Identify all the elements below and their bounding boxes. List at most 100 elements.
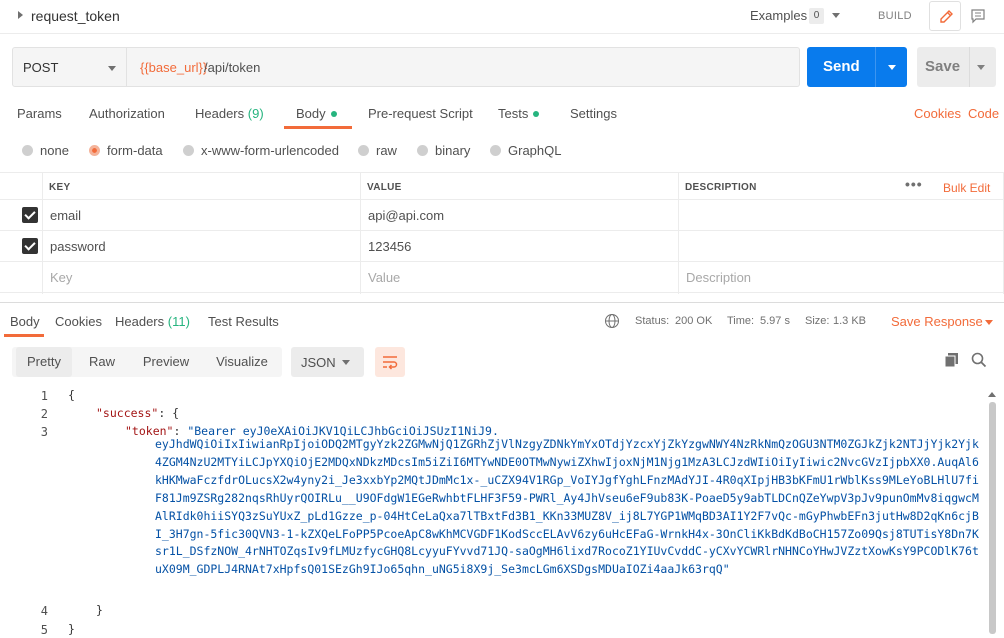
radio-circle (358, 145, 369, 156)
url-input[interactable]: {{base_url}} /api/token (127, 47, 800, 87)
response-divider[interactable] (0, 302, 1004, 303)
row-key[interactable]: password (50, 239, 106, 254)
table-row: email api@api.com (0, 200, 1004, 231)
method-select[interactable]: POST (12, 47, 127, 87)
search-icon[interactable] (971, 352, 987, 368)
tab-pre-request-script[interactable]: Pre-request Script (368, 106, 473, 121)
divider (969, 47, 970, 87)
save-options-icon[interactable] (977, 65, 985, 70)
pencil-icon (940, 10, 953, 23)
response-tab-test-results[interactable]: Test Results (208, 314, 279, 329)
wrap-lines-button[interactable] (375, 347, 405, 377)
scrollbar-thumb[interactable] (989, 402, 996, 634)
code-link[interactable]: Code (968, 106, 999, 121)
radio-form-data[interactable]: form-data (89, 143, 163, 158)
column-header-description: DESCRIPTION (685, 182, 757, 193)
radio-binary[interactable]: binary (417, 143, 470, 158)
description-input[interactable]: Description (686, 270, 751, 285)
tab-settings[interactable]: Settings (570, 106, 617, 121)
radio-raw[interactable]: raw (358, 143, 397, 158)
bulk-edit-link[interactable]: Bulk Edit (943, 181, 990, 195)
row-value[interactable]: 123456 (368, 239, 411, 254)
line-number: 5 (40, 623, 48, 637)
scroll-up-icon[interactable] (988, 392, 996, 397)
cookies-link[interactable]: Cookies (914, 106, 961, 121)
method-label: POST (23, 60, 59, 75)
status-label: Status: (635, 315, 670, 327)
line-number: 2 (40, 407, 48, 421)
wrap-icon (383, 356, 398, 370)
size-label: Size: (805, 315, 830, 327)
tab-label: Headers (115, 314, 165, 329)
radio-x-www-form-urlencoded[interactable]: x-www-form-urlencoded (183, 143, 339, 158)
column-divider[interactable] (678, 172, 679, 294)
column-divider (42, 172, 43, 294)
globe-icon[interactable] (604, 313, 620, 329)
chevron-down-icon (342, 360, 350, 365)
response-tab-cookies[interactable]: Cookies (55, 314, 102, 329)
row-checkbox[interactable] (22, 238, 38, 254)
url-path: /api/token (204, 60, 261, 75)
request-name[interactable]: request_token (31, 8, 120, 24)
response-body-viewer[interactable]: 1 2 3 4 5 { "success": { "token": "Beare… (0, 386, 1004, 638)
edit-button[interactable] (929, 1, 961, 31)
row-value[interactable]: api@api.com (368, 208, 444, 223)
radio-label: raw (376, 143, 397, 158)
row-key[interactable]: email (50, 208, 81, 223)
radio-circle-selected (89, 145, 100, 156)
radio-label: none (40, 143, 69, 158)
size-value[interactable]: 1.3 KB (833, 315, 866, 327)
send-options-icon[interactable] (888, 65, 896, 70)
tab-headers[interactable]: Headers (9) (195, 106, 264, 121)
format-label: JSON (301, 355, 336, 370)
build-label[interactable]: BUILD (878, 10, 912, 22)
view-tab-raw[interactable]: Raw (77, 347, 127, 377)
value-input[interactable]: Value (368, 270, 400, 285)
tab-tests[interactable]: Tests (498, 106, 540, 121)
tab-body[interactable]: Body (296, 106, 337, 121)
send-label: Send (823, 58, 860, 75)
view-tab-preview[interactable]: Preview (134, 347, 198, 377)
column-header-value: VALUE (367, 182, 402, 193)
response-tab-headers[interactable]: Headers (11) (115, 314, 190, 329)
view-tab-pretty[interactable]: Pretty (16, 347, 72, 377)
key-input[interactable]: Key (50, 270, 72, 285)
close-brace: } (68, 622, 75, 636)
save-button[interactable]: Save (917, 47, 996, 87)
save-response-button[interactable]: Save Response (891, 314, 983, 329)
send-button[interactable]: Send (807, 47, 907, 87)
time-value[interactable]: 5.97 s (760, 315, 790, 327)
save-response-dropdown-icon[interactable] (985, 320, 993, 325)
divider (875, 47, 876, 87)
status-dot (533, 111, 540, 117)
tab-label: Body (296, 106, 326, 121)
close-brace: } (96, 603, 103, 617)
radio-graphql[interactable]: GraphQL (490, 143, 561, 158)
line-number: 1 (40, 389, 48, 403)
tab-params[interactable]: Params (17, 106, 62, 121)
view-tab-visualize[interactable]: Visualize (208, 347, 276, 377)
row-checkbox[interactable] (22, 207, 38, 223)
tab-label: Headers (195, 106, 245, 121)
radio-label: x-www-form-urlencoded (201, 143, 339, 158)
tab-count: (9) (247, 106, 264, 121)
table-row-new: Key Value Description (0, 262, 1004, 293)
format-select[interactable]: JSON (291, 347, 364, 377)
status-value[interactable]: 200 OK (675, 315, 712, 327)
time-label: Time: (727, 315, 755, 327)
copy-icon[interactable] (944, 352, 960, 368)
tab-authorization[interactable]: Authorization (89, 106, 165, 121)
chevron-down-icon (108, 66, 116, 71)
response-tab-body[interactable]: Body (10, 314, 40, 329)
url-variable: {{base_url}} (140, 60, 208, 75)
json-key: "success" (96, 406, 159, 420)
radio-none[interactable]: none (22, 143, 69, 158)
active-tab-indicator (4, 334, 44, 337)
examples-dropdown-icon[interactable] (832, 13, 840, 18)
collapse-arrow-icon[interactable] (18, 11, 23, 19)
radio-label: binary (435, 143, 471, 158)
comments-button[interactable] (963, 1, 993, 31)
column-divider[interactable] (360, 172, 361, 294)
more-options-icon[interactable]: ••• (905, 176, 923, 192)
examples-label[interactable]: Examples (750, 8, 807, 23)
